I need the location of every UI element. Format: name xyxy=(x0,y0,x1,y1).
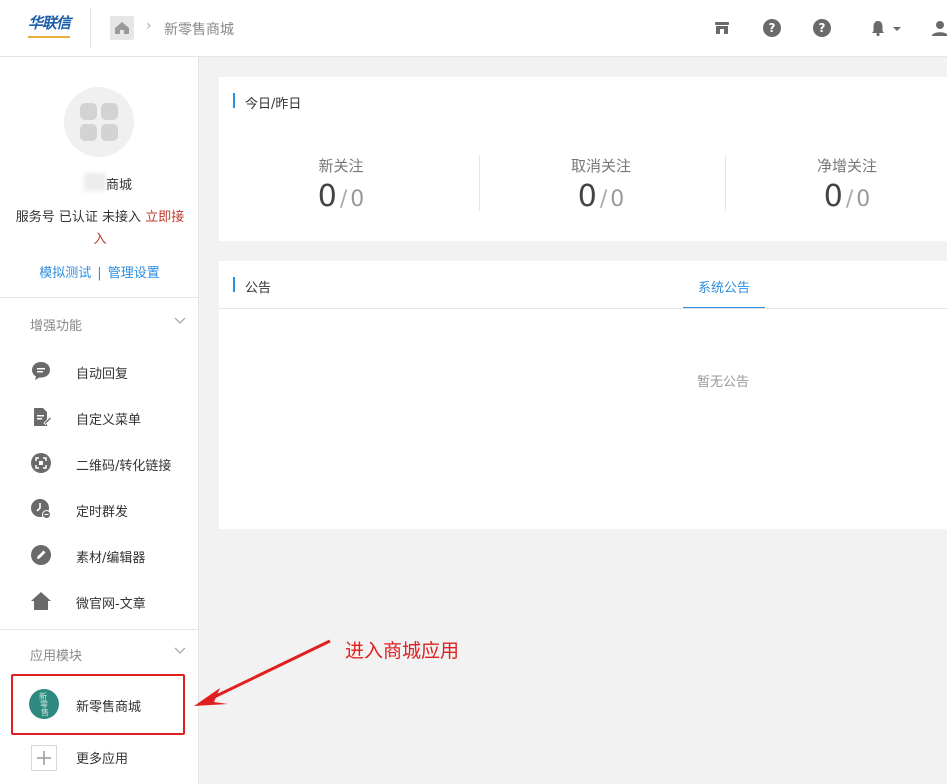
stat-label: 新关注 xyxy=(318,157,364,175)
bell-icon[interactable] xyxy=(869,19,887,37)
sidebar-item-qrcode[interactable]: 二维码/转化链接 xyxy=(0,444,199,484)
qrcode-scan-icon xyxy=(31,453,51,473)
sidebar-item-micro-site[interactable]: 微官网-文章 xyxy=(0,582,199,622)
sidebar-item-label: 自动回复 xyxy=(76,367,129,382)
breadcrumb-current[interactable]: 新零售商城 xyxy=(164,19,234,39)
account-status: 服务号 已认证 未接入 立即接入 xyxy=(14,207,186,251)
sidebar-divider xyxy=(0,629,199,630)
stat-value: 0/0 xyxy=(577,179,625,214)
plus-icon xyxy=(31,745,57,771)
store-icon[interactable] xyxy=(713,19,731,37)
chat-icon xyxy=(32,362,50,380)
stat-yesterday: 0 xyxy=(856,187,871,212)
simulate-test-link[interactable]: 模拟测试 xyxy=(39,266,91,281)
clock-icon xyxy=(31,499,51,519)
stat-today: 0 xyxy=(823,179,843,214)
manage-settings-link[interactable]: 管理设置 xyxy=(108,266,160,281)
enhanced-section-title: 增强功能 xyxy=(30,319,83,334)
stats-panel-title: 今日/昨日 xyxy=(245,97,302,112)
sidebar-item-label: 自定义菜单 xyxy=(76,413,142,428)
sidebar-item-auto-reply[interactable]: 自动回复 xyxy=(0,352,199,392)
stat-value: 0/0 xyxy=(823,179,871,214)
tab-system-notice[interactable]: 系统公告 xyxy=(683,277,765,296)
stats-panel: 今日/昨日 新关注 0/0 取消关注 0/0 净增关注 0/0 xyxy=(219,77,947,241)
stat-yesterday: 0 xyxy=(610,187,625,212)
panel-title-accent xyxy=(233,277,235,292)
top-bar: 华联信 › 新零售商城 ? ? xyxy=(0,0,947,57)
stat-label: 净增关注 xyxy=(816,157,877,175)
chevron-down-icon[interactable] xyxy=(891,19,903,37)
notice-panel: 公告 系统公告 暂无公告 xyxy=(219,261,947,529)
brand-logo-underline xyxy=(28,36,70,38)
home-icon xyxy=(115,22,129,34)
user-icon[interactable] xyxy=(931,19,947,37)
sidebar-divider xyxy=(0,297,199,298)
redacted-name xyxy=(84,173,106,191)
help-icon[interactable]: ? xyxy=(813,19,831,37)
chevron-down-icon[interactable] xyxy=(174,644,186,656)
empty-notice-text: 暂无公告 xyxy=(697,375,750,390)
chevron-down-icon[interactable] xyxy=(174,314,186,326)
brand-logo[interactable]: 华联信 xyxy=(28,14,71,40)
help-icon[interactable]: ? xyxy=(763,19,781,37)
stat-yesterday: 0 xyxy=(350,187,365,212)
annotation-text: 进入商城应用 xyxy=(345,640,460,662)
sidebar-item-materials[interactable]: 素材/编辑器 xyxy=(0,536,199,576)
account-links: 模拟测试 | 管理设置 xyxy=(0,262,199,281)
stat-today: 0 xyxy=(577,179,597,214)
account-avatar xyxy=(64,87,134,157)
account-status-text: 服务号 已认证 未接入 xyxy=(15,210,146,225)
breadcrumb-separator-icon: › xyxy=(146,18,152,34)
sidebar-item-label: 素材/编辑器 xyxy=(76,551,146,566)
modules-section-title: 应用模块 xyxy=(30,649,83,664)
sidebar-item-label: 微官网-文章 xyxy=(76,597,146,612)
sidebar-item-custom-menu[interactable]: 自定义菜单 xyxy=(0,398,199,438)
pencil-icon xyxy=(31,545,51,565)
sidebar-item-more-apps[interactable]: 更多应用 xyxy=(0,737,199,777)
document-edit-icon xyxy=(34,408,52,426)
notice-divider xyxy=(219,308,947,309)
sidebar-item-scheduled-send[interactable]: 定时群发 xyxy=(0,490,199,530)
sidebar-item-label: 更多应用 xyxy=(76,752,129,767)
notice-panel-title: 公告 xyxy=(245,281,272,296)
annotation-arrow xyxy=(194,639,331,706)
home-button[interactable] xyxy=(110,16,134,40)
stat-value: 0/0 xyxy=(317,179,365,214)
account-name: 商城 xyxy=(106,178,133,193)
sidebar-item-label: 定时群发 xyxy=(76,505,129,520)
stat-label: 取消关注 xyxy=(570,157,631,175)
home-icon xyxy=(31,592,51,610)
brand-logo-text: 华联信 xyxy=(28,14,71,32)
stat-today: 0 xyxy=(317,179,337,214)
highlight-annotation-box xyxy=(11,674,185,735)
link-separator: | xyxy=(97,266,102,281)
header-divider xyxy=(90,8,91,48)
sidebar-item-label: 二维码/转化链接 xyxy=(76,459,172,474)
panel-title-accent xyxy=(233,93,235,108)
